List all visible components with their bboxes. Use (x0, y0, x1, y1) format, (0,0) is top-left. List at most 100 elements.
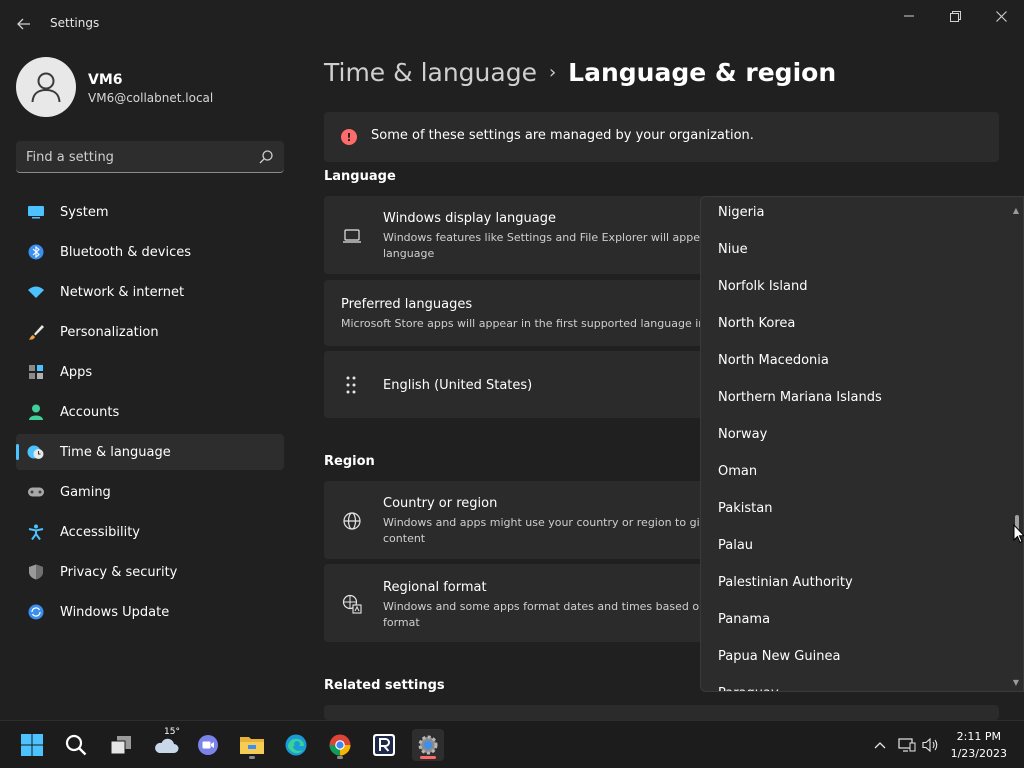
cloud-weather-icon (155, 738, 179, 753)
globe-icon (343, 512, 361, 530)
card-description: Windows and apps might use your country … (383, 516, 707, 529)
sidebar-item-accounts[interactable]: Accounts (16, 394, 284, 430)
sidebar-item-personalization[interactable]: Personalization (16, 314, 284, 350)
windows-logo-icon (21, 734, 43, 756)
running-indicator (337, 756, 343, 759)
sidebar-item-label: Apps (60, 364, 93, 380)
dropdown-option[interactable]: North Korea (701, 305, 1011, 342)
avatar[interactable] (16, 57, 76, 117)
dropdown-option[interactable]: Northern Mariana Islands (701, 379, 1011, 416)
widgets-button[interactable]: 15° (150, 727, 182, 761)
section-title-related-settings: Related settings (324, 678, 445, 693)
file-explorer-button[interactable] (236, 729, 268, 761)
chrome-browser-icon (329, 734, 351, 756)
sidebar-item-apps[interactable]: Apps (16, 354, 284, 390)
laptop-icon (343, 229, 361, 243)
section-title-language: Language (324, 169, 396, 184)
card-title: Windows display language (383, 211, 556, 226)
language-format-icon (342, 594, 362, 614)
sidebar-item-privacy[interactable]: Privacy & security (16, 554, 284, 590)
edge-button[interactable] (280, 729, 312, 761)
page-title: Language & region (568, 58, 837, 87)
breadcrumb-parent[interactable]: Time & language (324, 58, 537, 87)
drag-handle-icon[interactable] (344, 375, 358, 395)
search-box[interactable] (16, 141, 284, 173)
back-button[interactable] (8, 10, 40, 38)
dropdown-option[interactable]: Palestinian Authority (701, 564, 1011, 601)
settings-taskbar-button[interactable] (412, 729, 444, 761)
chrome-button[interactable] (324, 729, 356, 761)
sidebar-item-bluetooth[interactable]: Bluetooth & devices (16, 234, 284, 270)
clock-date[interactable]: 1/23/2023 (951, 747, 1007, 760)
gear-icon (418, 735, 438, 755)
scroll-down-arrow-icon[interactable]: ▼ (1011, 678, 1021, 688)
card-description: Microsoft Store apps will appear in the … (341, 317, 706, 330)
brush-icon (29, 325, 44, 340)
dropdown-list: Nigeria Niue Norfolk Island North Korea … (701, 197, 1011, 691)
gamepad-icon (28, 487, 44, 497)
sidebar-nav: System Bluetooth & devices Network & int… (16, 194, 284, 634)
sidebar-item-network[interactable]: Network & internet (16, 274, 284, 310)
section-title-region: Region (324, 454, 375, 469)
dropdown-option[interactable]: Panama (701, 601, 1011, 638)
sidebar-item-system[interactable]: System (16, 194, 284, 230)
restore-button[interactable] (932, 0, 978, 32)
profile-email: VM6@collabnet.local (88, 91, 214, 105)
apps-icon (29, 365, 43, 379)
dropdown-option[interactable]: Nigeria (701, 197, 1011, 231)
network-tray-button[interactable] (898, 736, 916, 754)
teams-chat-button[interactable] (192, 729, 224, 761)
card-description: content (383, 532, 426, 545)
card-description: format (383, 616, 420, 629)
task-view-button[interactable] (105, 729, 137, 761)
search-icon[interactable] (258, 149, 274, 165)
accessibility-icon (28, 524, 44, 540)
dropdown-option[interactable]: Palau (701, 527, 1011, 564)
weather-temperature: 15° (164, 727, 180, 737)
sidebar-item-label: Accounts (60, 404, 120, 420)
clock-globe-icon (27, 445, 44, 459)
sidebar-item-accessibility[interactable]: Accessibility (16, 514, 284, 550)
dropdown-option[interactable]: Niue (701, 231, 1011, 268)
restore-icon (949, 10, 961, 22)
card-title: Regional format (383, 580, 487, 595)
sidebar-item-gaming[interactable]: Gaming (16, 474, 284, 510)
scroll-up-arrow-icon[interactable]: ▲ (1011, 206, 1021, 216)
country-region-dropdown[interactable]: Nigeria Niue Norfolk Island North Korea … (700, 196, 1024, 692)
search-input[interactable] (26, 148, 246, 166)
close-button[interactable] (978, 0, 1024, 32)
sidebar-item-time-language[interactable]: Time & language (16, 434, 284, 470)
running-indicator (420, 756, 436, 759)
card-title: Country or region (383, 496, 498, 511)
dropdown-option[interactable]: Oman (701, 453, 1011, 490)
video-chat-icon (198, 735, 218, 755)
taskbar-search-button[interactable] (60, 729, 92, 761)
dropdown-option[interactable]: Norway (701, 416, 1011, 453)
r-app-button[interactable] (368, 729, 400, 761)
dropdown-option[interactable]: Pakistan (701, 490, 1011, 527)
sidebar-item-label: Personalization (60, 324, 159, 340)
start-button[interactable] (16, 729, 48, 761)
dropdown-option[interactable]: Papua New Guinea (701, 638, 1011, 675)
edge-browser-icon (285, 734, 307, 756)
person-icon (31, 72, 61, 103)
volume-tray-button[interactable] (921, 736, 939, 754)
dropdown-option[interactable]: Paraguay (701, 675, 1011, 691)
running-indicator (249, 756, 255, 759)
clock-time[interactable]: 2:11 PM (957, 730, 1001, 743)
bluetooth-icon (28, 244, 44, 260)
search-icon (65, 734, 87, 756)
show-hidden-icons-button[interactable] (871, 736, 889, 754)
card-description: language (383, 247, 435, 260)
sidebar-item-label: Time & language (60, 444, 171, 460)
sidebar-item-label: Windows Update (60, 604, 170, 620)
taskbar: 15° 2:11 PM 1/23/2023 (0, 720, 1024, 768)
folder-icon (240, 737, 264, 754)
sidebar-item-windows-update[interactable]: Windows Update (16, 594, 284, 630)
dropdown-option[interactable]: Norfolk Island (701, 268, 1011, 305)
sidebar-item-label: Gaming (60, 484, 111, 500)
dropdown-option[interactable]: North Macedonia (701, 342, 1011, 379)
org-managed-notice: ! Some of these settings are managed by … (324, 112, 999, 162)
minimize-button[interactable] (886, 0, 932, 32)
related-settings-card[interactable] (324, 705, 999, 720)
